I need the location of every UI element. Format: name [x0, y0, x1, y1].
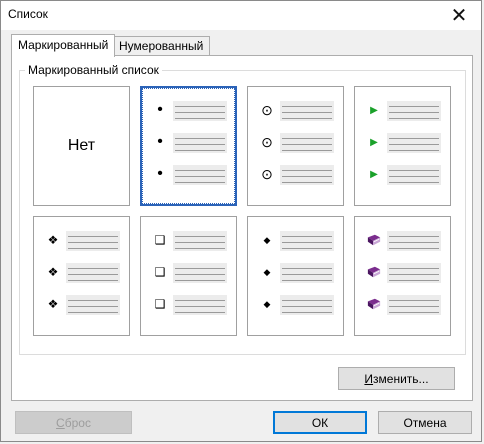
placeholder-lines — [387, 165, 441, 185]
dot-bullet-icon: • — [157, 101, 163, 118]
title-bar: Список ✕ — [1, 1, 481, 30]
bullet-style-shadow-square[interactable]: ❑ ❑ ❑ — [140, 216, 237, 336]
bullet-style-diamond-cross[interactable]: ❖ ❖ ❖ — [33, 216, 130, 336]
change-button[interactable]: Изменить... — [338, 367, 455, 390]
dot-bullet-icon: • — [157, 165, 163, 182]
placeholder-lines — [173, 231, 227, 251]
change-button-label: зменить... — [373, 371, 429, 386]
placeholder-lines — [173, 295, 227, 315]
circle-dot-bullet-icon: ⊙ — [261, 133, 273, 150]
circle-dot-bullet-icon: ⊙ — [261, 101, 273, 118]
placeholder-lines — [387, 101, 441, 121]
bullet-preview-item: ⊙ — [258, 165, 336, 185]
bulleted-list-group: Маркированный список Нет • • • ⊙ ⊙ ⊙ ▶ ▶ ▶ ❖ ❖ ❖ ❑ ❑ ❑ ◆… — [19, 63, 466, 355]
bullet-preview-item: ⊙ — [258, 133, 336, 153]
placeholder-lines — [280, 231, 334, 251]
bullet-style-circle-dot[interactable]: ⊙ ⊙ ⊙ — [247, 86, 344, 206]
bullet-style-green-arrow[interactable]: ▶ ▶ ▶ — [354, 86, 451, 206]
change-button-accel: И — [364, 371, 374, 386]
bullet-preview-item — [365, 231, 443, 251]
window-title: Список — [8, 7, 48, 21]
placeholder-lines — [173, 101, 227, 121]
group-label: Маркированный список — [25, 63, 162, 77]
shadow-square-bullet-icon: ❑ — [154, 265, 166, 279]
bullet-preview-item: • — [151, 165, 229, 185]
green-arrow-bullet-icon: ▶ — [370, 136, 378, 148]
diamond-cross-bullet-icon: ❖ — [47, 265, 59, 279]
bullet-preview-item: ❑ — [151, 263, 229, 283]
book-icon — [367, 265, 381, 279]
bullet-preview-item: ❖ — [44, 295, 122, 315]
bullet-preview-item — [365, 295, 443, 315]
placeholder-lines — [173, 165, 227, 185]
bullet-preview-item: ❑ — [151, 231, 229, 251]
placeholder-lines — [387, 133, 441, 153]
placeholder-lines — [173, 263, 227, 283]
bullet-preview-item: ❑ — [151, 295, 229, 315]
bullet-preview-item — [365, 263, 443, 283]
placeholder-lines — [387, 263, 441, 283]
placeholder-lines — [66, 295, 120, 315]
bullet-style-small-diamond[interactable]: ◆ ◆ ◆ — [247, 216, 344, 336]
bullet-preview-item: ◆ — [258, 295, 336, 315]
no-bullet-label: Нет — [67, 137, 96, 154]
book-icon — [367, 297, 381, 311]
bullet-preview-item: ❖ — [44, 263, 122, 283]
bullet-preview-item: • — [151, 101, 229, 121]
green-arrow-bullet-icon: ▶ — [370, 104, 378, 116]
close-icon[interactable]: ✕ — [437, 1, 481, 30]
reset-button-label: брос — [64, 415, 91, 430]
ok-button[interactable]: ОК — [273, 411, 367, 434]
bullet-style-none[interactable]: Нет — [33, 86, 130, 206]
diamond-cross-bullet-icon: ❖ — [47, 297, 59, 311]
cancel-button[interactable]: Отмена — [378, 411, 472, 434]
bullet-preview-item: ◆ — [258, 263, 336, 283]
placeholder-lines — [280, 295, 334, 315]
bullet-preview-item: ▶ — [365, 165, 443, 185]
small-diamond-bullet-icon: ◆ — [263, 298, 271, 309]
placeholder-lines — [387, 231, 441, 251]
green-arrow-bullet-icon: ▶ — [370, 168, 378, 180]
placeholder-lines — [66, 231, 120, 251]
placeholder-lines — [66, 263, 120, 283]
tab-panel: Маркированный список Нет • • • ⊙ ⊙ ⊙ ▶ ▶ ▶ ❖ ❖ ❖ ❑ ❑ ❑ ◆… — [11, 55, 473, 401]
bullet-preview-item: ▶ — [365, 133, 443, 153]
small-diamond-bullet-icon: ◆ — [263, 234, 271, 245]
reset-button-accel: С — [56, 415, 65, 430]
bullet-preview-item: ❖ — [44, 231, 122, 251]
placeholder-lines — [387, 295, 441, 315]
placeholder-lines — [280, 133, 334, 153]
bullet-preview-item: • — [151, 133, 229, 153]
bullet-preview-item: ▶ — [365, 101, 443, 121]
placeholder-lines — [280, 263, 334, 283]
tab-numbered[interactable]: Нумерованный — [112, 36, 211, 55]
bullet-preview-item: ◆ — [258, 231, 336, 251]
dot-bullet-icon: • — [157, 133, 163, 150]
placeholder-lines — [280, 101, 334, 121]
list-dialog: Список ✕ Маркированный Нумерованный Марк… — [0, 0, 482, 442]
placeholder-lines — [280, 165, 334, 185]
bullet-style-book[interactable] — [354, 216, 451, 336]
tab-bulleted[interactable]: Маркированный — [11, 34, 116, 57]
shadow-square-bullet-icon: ❑ — [154, 297, 166, 311]
small-diamond-bullet-icon: ◆ — [263, 266, 271, 277]
book-icon — [367, 233, 381, 247]
bullet-style-dot[interactable]: • • • — [140, 86, 237, 206]
circle-dot-bullet-icon: ⊙ — [261, 165, 273, 182]
placeholder-lines — [173, 133, 227, 153]
bullet-preview-item: ⊙ — [258, 101, 336, 121]
diamond-cross-bullet-icon: ❖ — [47, 233, 59, 247]
shadow-square-bullet-icon: ❑ — [154, 233, 166, 247]
reset-button: Сброс — [15, 411, 132, 434]
